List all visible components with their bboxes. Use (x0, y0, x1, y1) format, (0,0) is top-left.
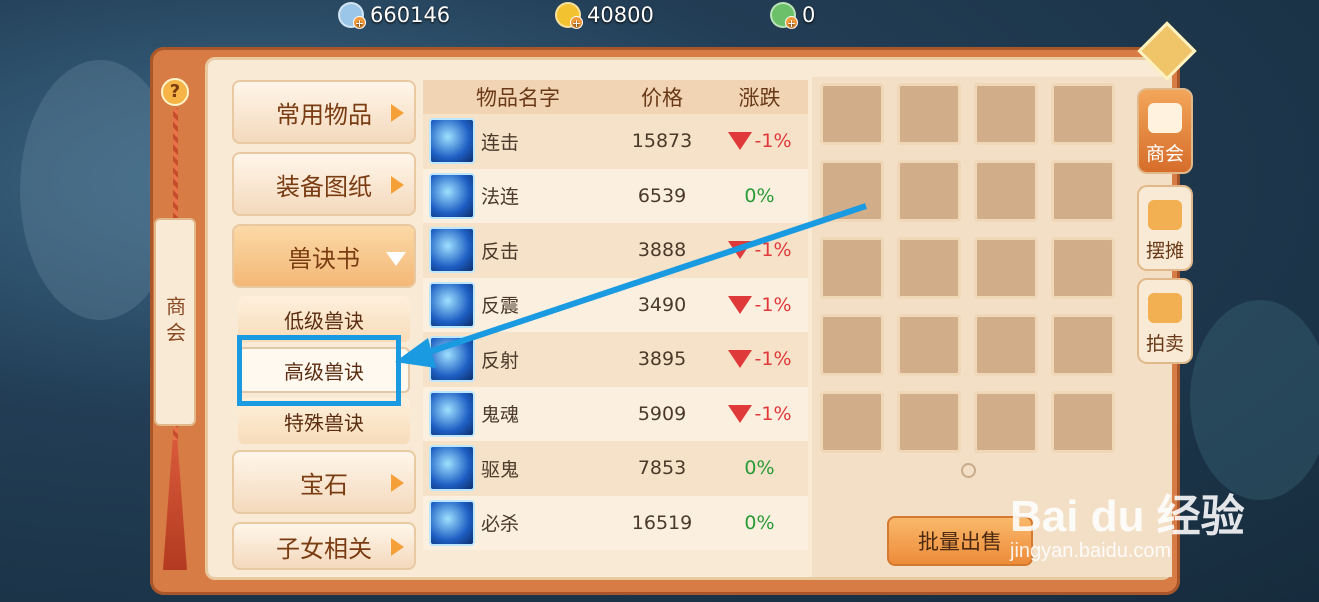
baidu-watermark: Bai du 经验 jingyan.baidu.com (1010, 480, 1245, 563)
watermark-brand: Bai du 经验 (1010, 492, 1245, 541)
